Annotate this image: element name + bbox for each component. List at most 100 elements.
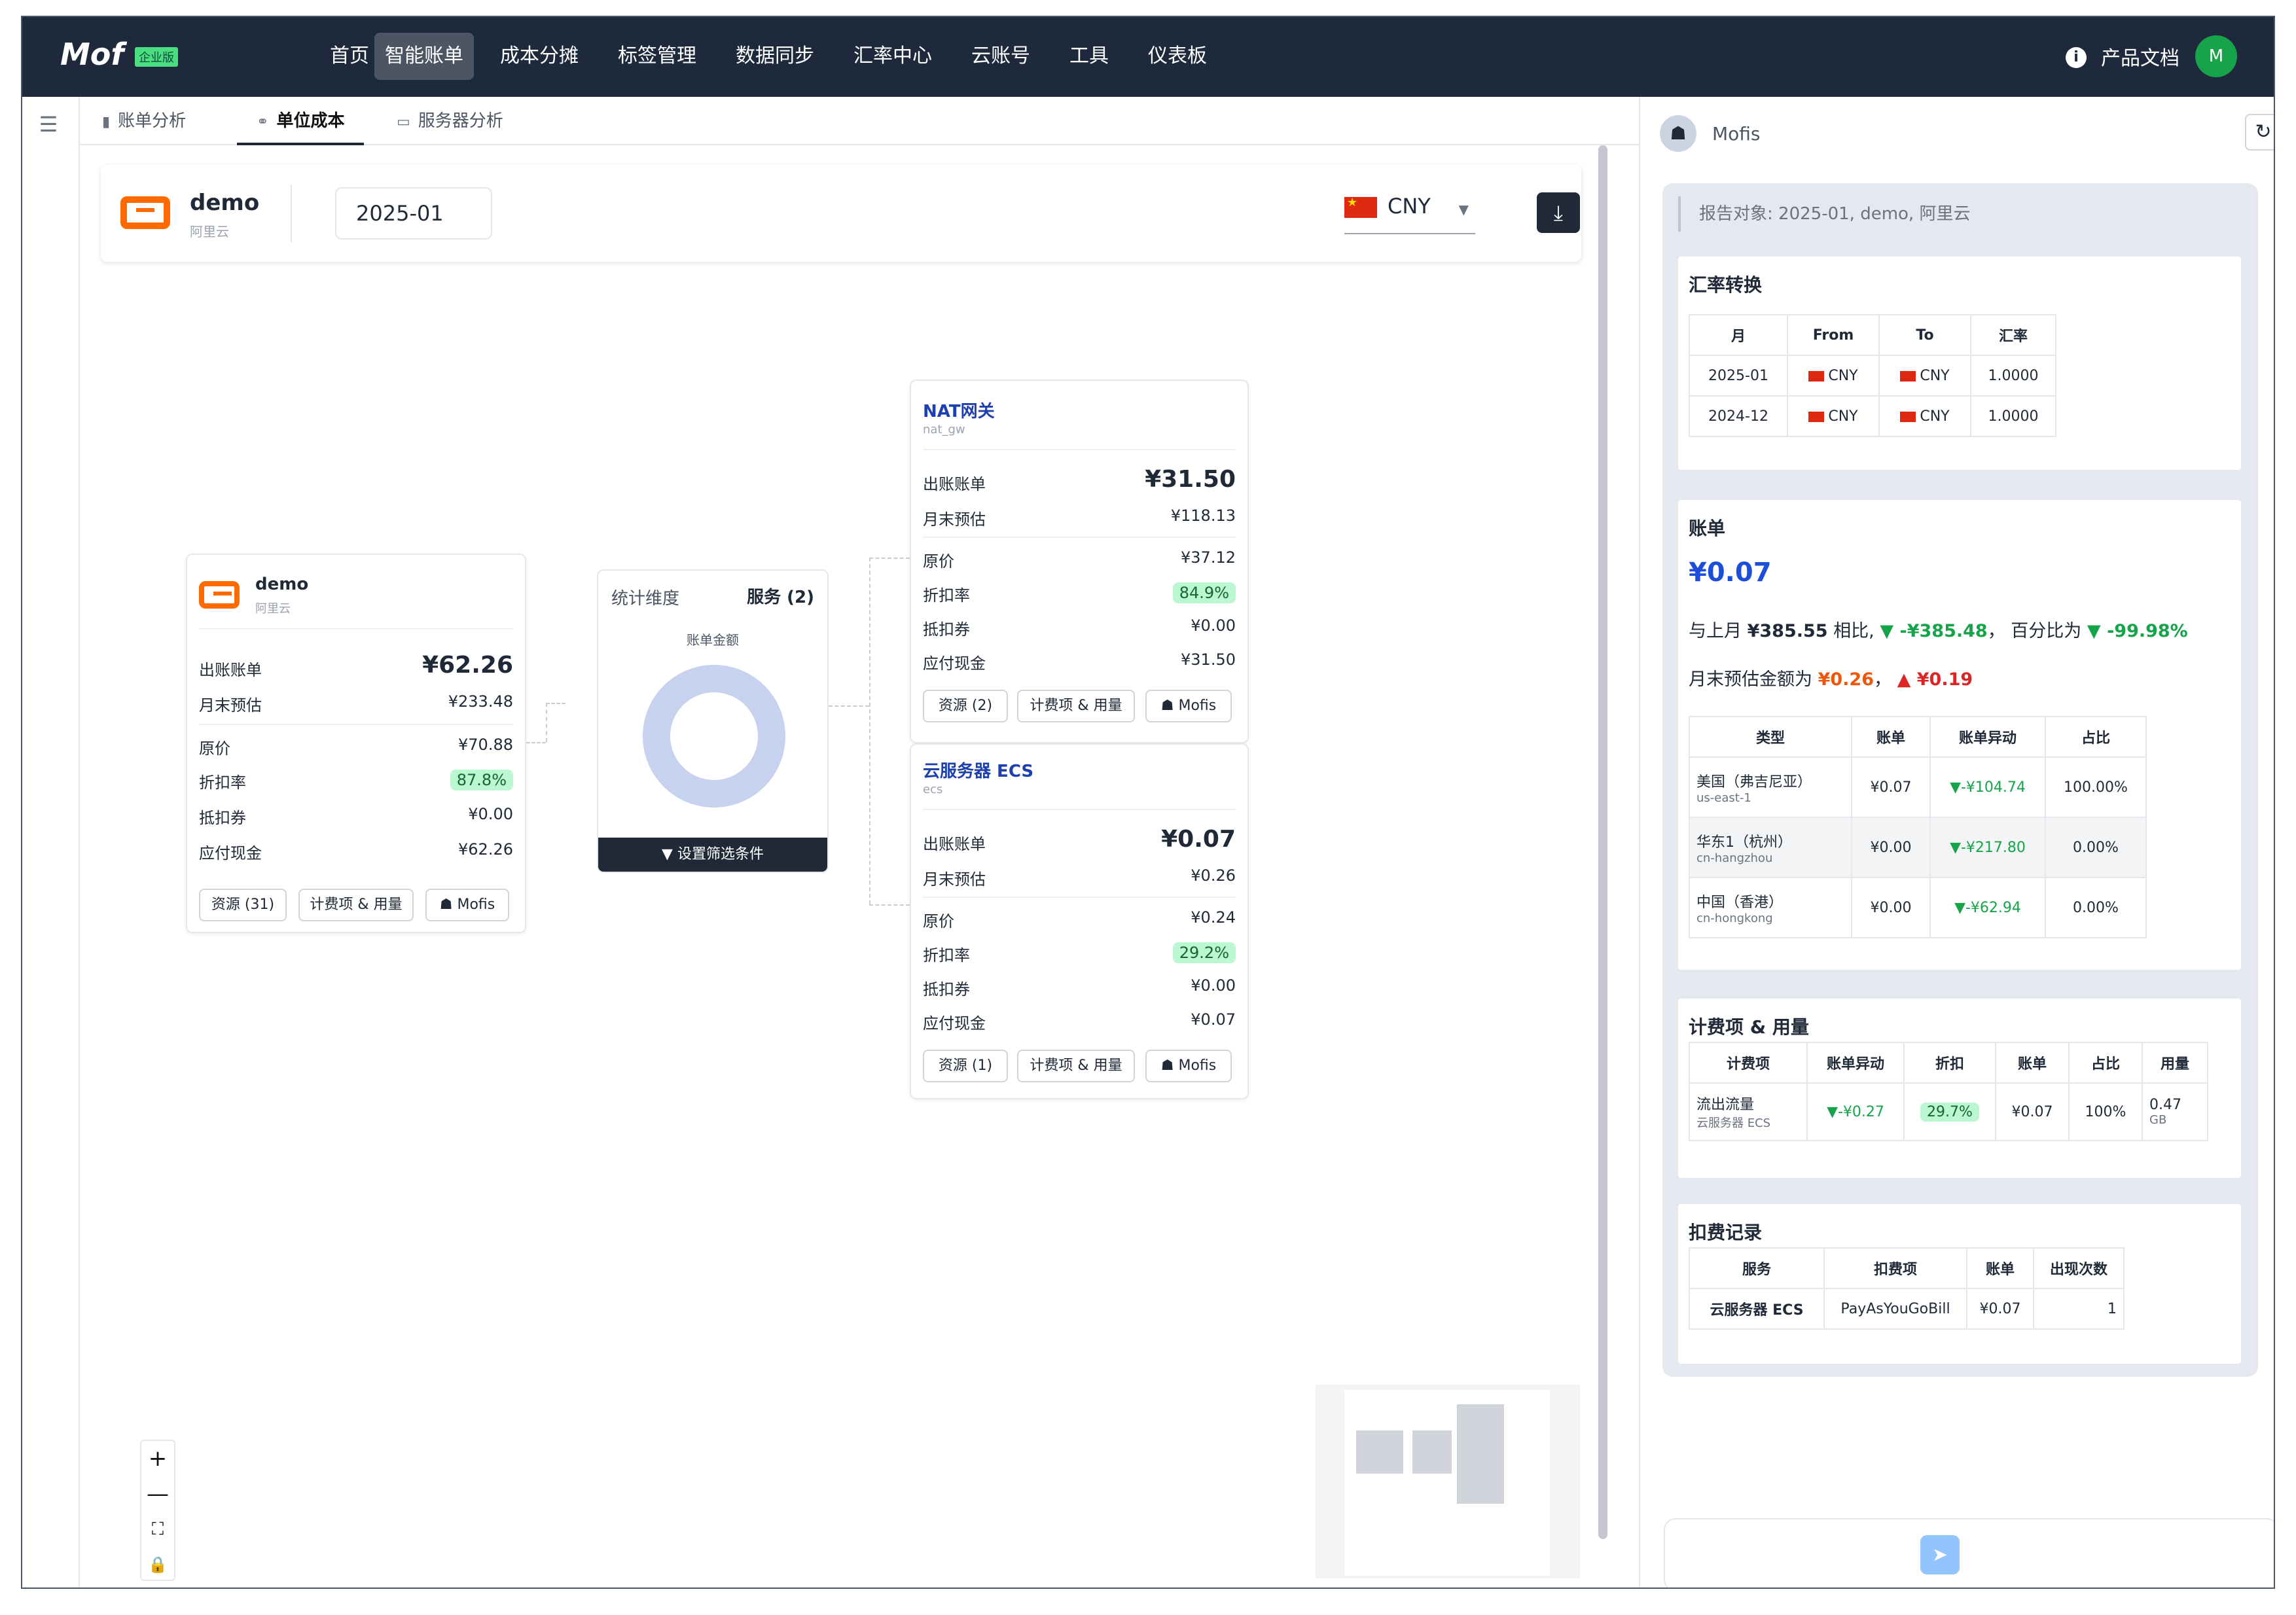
table-cell: ¥0.07	[1995, 1082, 2070, 1141]
cell-text: 美国（弗吉尼亚）	[1696, 773, 1812, 790]
download-icon: ⤓	[1553, 200, 1564, 225]
chat-input[interactable]	[1664, 1518, 2274, 1588]
region-table: 类型 账单 账单异动 占比 美国（弗吉尼亚） us-east-1 ¥0.07 ▼-¥104.…	[1689, 716, 2147, 938]
nav-smart-bill[interactable]: 智能账单	[374, 33, 474, 80]
donut-slice-nat[interactable]	[643, 665, 785, 808]
mofis-button[interactable]: ☗ Mofis	[425, 889, 509, 921]
col-header: 账单	[1851, 716, 1931, 758]
table-cell: 华东1（杭州） cn-hangzhou	[1689, 817, 1852, 878]
zoom-in-button[interactable]: +	[141, 1441, 174, 1476]
nav-cost-allocation[interactable]: 成本分摊	[490, 33, 589, 80]
minimap-viewport[interactable]	[1344, 1390, 1550, 1576]
nav-cloud-accounts[interactable]: 云账号	[961, 33, 1041, 80]
minimap[interactable]	[1316, 1385, 1580, 1578]
divider	[923, 896, 1236, 898]
row-label: 抵扣券	[923, 620, 970, 639]
tab-server-analysis[interactable]: ▭ 服务器分析	[397, 97, 503, 145]
cell-text: 0.47	[2149, 1097, 2181, 1113]
table-row: 云服务器 ECS PayAsYouGoBill ¥0.07 1	[1689, 1288, 2125, 1330]
docs-link[interactable]: 产品文档	[2101, 42, 2179, 71]
chevron-down-icon: ▼	[1458, 202, 1469, 217]
tab-unit-cost[interactable]: ⚭ 单位成本	[237, 97, 365, 145]
currency-select[interactable]: CNY ▼	[1344, 194, 1475, 234]
col-header: 账单	[1966, 1247, 2034, 1289]
app-logo[interactable]: Mof	[60, 37, 124, 72]
mofis-button[interactable]: ☗ Mofis	[1145, 1050, 1232, 1082]
cell-text: cn-hongkong	[1696, 911, 1773, 925]
row-value: ¥31.50	[1181, 650, 1236, 669]
nav-tools[interactable]: 工具	[1059, 33, 1119, 80]
row-value: 87.8%	[450, 770, 513, 790]
download-button[interactable]: ⤓	[1537, 192, 1580, 233]
row-label: 折扣率	[923, 946, 970, 965]
cell-text: 云服务器 ECS	[1696, 1116, 1771, 1130]
billing-items-button[interactable]: 计费项 & 用量	[1017, 1050, 1135, 1082]
refresh-button[interactable]: ↻	[2245, 114, 2274, 151]
col-header: 占比	[2045, 716, 2147, 758]
nav-fx-center[interactable]: 汇率中心	[843, 33, 942, 80]
service-donut-chart[interactable]	[639, 661, 789, 811]
zoom-out-button[interactable]: —	[141, 1476, 174, 1512]
menu-toggle-icon[interactable]: ☰	[35, 111, 62, 137]
billing-items-button[interactable]: 计费项 & 用量	[1017, 690, 1135, 722]
month-picker[interactable]: 2025-01	[335, 187, 492, 240]
table-cell: ¥0.07	[1966, 1288, 2034, 1330]
resources-button[interactable]: 资源 (31)	[199, 889, 287, 921]
robot-icon: ☗	[439, 896, 457, 913]
divider	[199, 724, 513, 725]
bar-chart-icon: ▮	[102, 114, 111, 130]
nav-tags[interactable]: 标签管理	[607, 33, 707, 80]
bill-compare: 与上月 ¥385.55 相比, ▼ -¥385.48， 百分比为 ▼ -99.9…	[1689, 621, 2188, 641]
fit-view-button[interactable]: ⛶	[141, 1512, 174, 1547]
resources-button[interactable]: 资源 (2)	[923, 690, 1008, 722]
mofis-button[interactable]: ☗ Mofis	[1145, 690, 1232, 722]
root-account-node[interactable]: demo 阿里云 出账账单 ¥62.26 月末预估 ¥233.48 原价 ¥70.88…	[186, 554, 526, 933]
bill-amount: ¥0.07	[1689, 558, 1772, 588]
dimension-node[interactable]: 统计维度 服务 (2) 账单金额 ▼ 设置筛选条件	[597, 569, 829, 873]
table-cell: 0.00%	[2045, 877, 2147, 938]
cell-text: CNY	[1920, 367, 1950, 384]
filter-button[interactable]: ▼ 设置筛选条件	[598, 838, 827, 872]
table-row: 美国（弗吉尼亚） us-east-1 ¥0.07 ▼-¥104.74 100.00%	[1689, 756, 2147, 818]
divider	[199, 628, 513, 630]
aliyun-logo-icon	[199, 581, 240, 609]
node-name[interactable]: NAT网关	[923, 398, 995, 422]
info-icon[interactable]: i	[2066, 47, 2087, 68]
nav-home[interactable]: 首页	[319, 33, 380, 80]
nav-dashboard[interactable]: 仪表板	[1138, 33, 1217, 80]
service-node-ecs[interactable]: 云服务器 ECS ecs 出账账单 ¥0.07 月末预估 ¥0.26 原价 ¥0.24…	[910, 743, 1249, 1099]
section-title: 汇率转换	[1689, 274, 1763, 296]
dimension-value[interactable]: 服务 (2)	[747, 584, 814, 608]
tab-bill-analysis[interactable]: ▮ 账单分析	[102, 97, 186, 145]
row-value: 29.2%	[1172, 942, 1236, 963]
bill-section: 账单 ¥0.07 与上月 ¥385.55 相比, ▼ -¥385.48， 百分比…	[1678, 500, 2241, 970]
table-cell: 100%	[2068, 1082, 2143, 1141]
china-flag-icon	[1900, 370, 1916, 382]
tab-label: 单位成本	[276, 111, 345, 131]
row-label: 抵扣券	[923, 980, 970, 999]
table-cell: 1.0000	[1970, 395, 2056, 437]
table-cell: 流出流量 云服务器 ECS	[1689, 1082, 1808, 1141]
send-button[interactable]: ➤	[1920, 1535, 1960, 1574]
col-header: 占比	[2068, 1042, 2143, 1084]
canvas-scrollbar[interactable]	[1598, 145, 1607, 1539]
billing-items-button[interactable]: 计费项 & 用量	[298, 889, 414, 921]
table-row: 2025-01 CNY CNY 1.0000	[1689, 355, 2056, 397]
cell-text: 华东1（杭州）	[1696, 834, 1792, 851]
aliyun-logo-icon	[120, 196, 170, 229]
table-cell: 1	[2033, 1288, 2125, 1330]
lock-button[interactable]: 🔒	[141, 1547, 174, 1582]
connector	[869, 558, 910, 559]
user-avatar[interactable]: M	[2195, 35, 2237, 77]
col-header: 账单	[1995, 1042, 2070, 1084]
node-name[interactable]: 云服务器 ECS	[923, 758, 1033, 782]
row-value: ¥31.50	[1145, 466, 1236, 493]
resources-button[interactable]: 资源 (1)	[923, 1050, 1008, 1082]
account-provider: 阿里云	[190, 224, 229, 240]
deduction-section: 扣费记录 服务 扣费项 账单 出现次数 云服务器 ECS PayAsYouGoBill ¥…	[1678, 1204, 2241, 1364]
table-cell: 0.47 GB	[2142, 1082, 2208, 1141]
nav-data-sync[interactable]: 数据同步	[725, 33, 825, 80]
service-node-nat[interactable]: NAT网关 nat_gw 出账账单 ¥31.50 月末预估 ¥118.13 原价 ¥3…	[910, 380, 1249, 743]
china-flag-icon	[1344, 196, 1377, 218]
send-icon: ➤	[1932, 1544, 1948, 1565]
